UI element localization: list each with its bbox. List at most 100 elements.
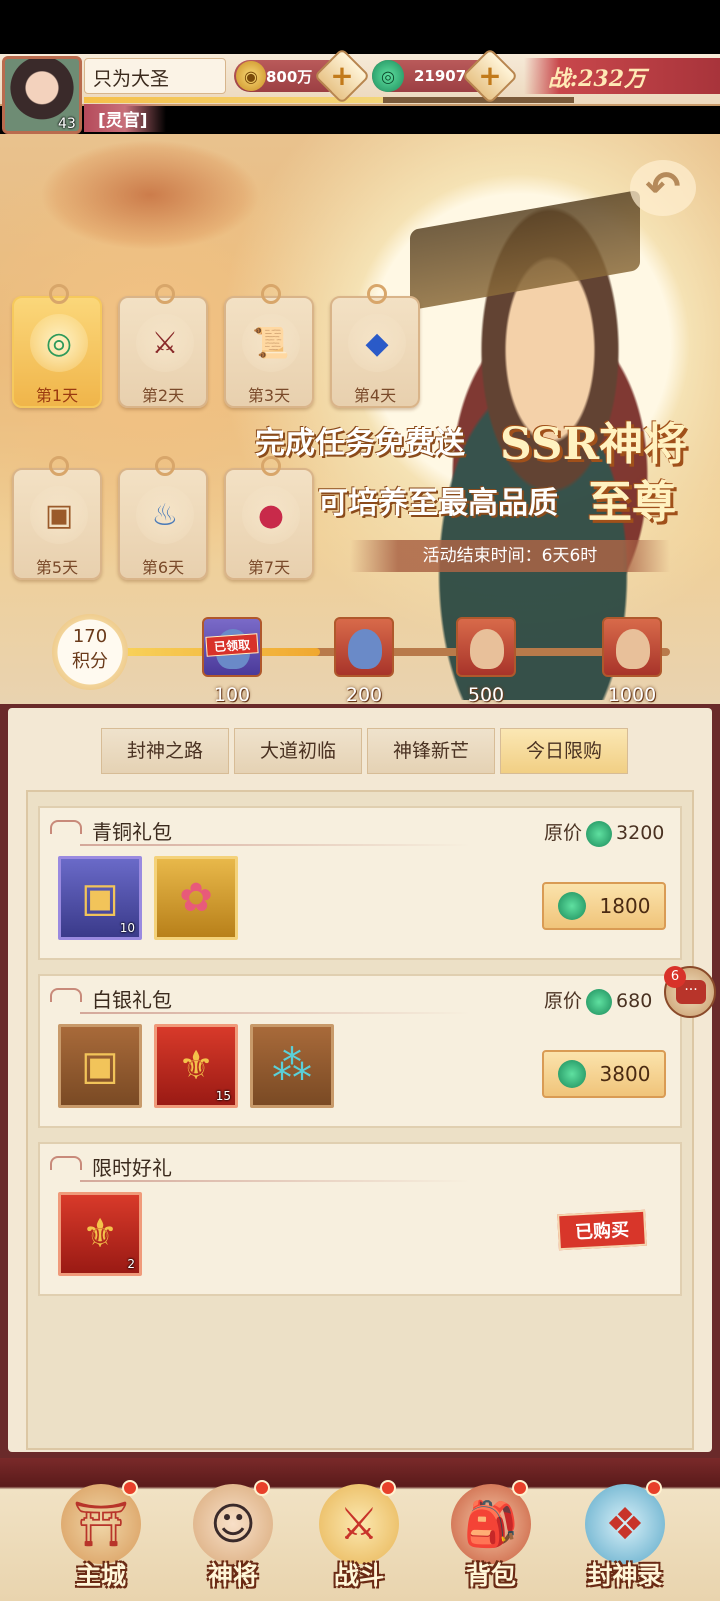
score-label: 积分 [72, 651, 108, 672]
coin-value: 800万 [266, 67, 313, 86]
ssr-hero-icon [470, 629, 504, 669]
day-card-2[interactable]: ⚔ 第2天 [118, 284, 208, 408]
original-price-label: 原价 [544, 990, 583, 1012]
demon-hero-icon [348, 629, 382, 669]
jade-icon [586, 820, 613, 847]
day-label: 第6天 [141, 558, 185, 577]
back-button[interactable]: ↶ [630, 160, 696, 216]
city-gate-icon: ⛩ [61, 1484, 141, 1564]
coin-icon: ◉ [236, 61, 266, 91]
tab-daily-limited[interactable]: 今日限购 [500, 728, 628, 774]
nav-heroes[interactable]: ☺ 神将 [178, 1480, 288, 1601]
hero-icon: ☺ [193, 1484, 273, 1564]
purchased-stamp: 已购买 [557, 1209, 647, 1251]
nav-label: 背包 [465, 1561, 516, 1590]
dragon-illustration [40, 140, 260, 250]
day-card-1[interactable]: ◎ 第1天 [12, 284, 102, 408]
nav-backpack[interactable]: 🎒 背包 [436, 1480, 546, 1601]
milestone-label: 200 [345, 684, 383, 706]
nav-label: 神将 [207, 1561, 258, 1590]
gourd-icon: ♨ [136, 486, 194, 544]
promo-text-line2: 可培养至最高品质 [318, 486, 558, 521]
item-slot[interactable]: ⁂ [250, 1024, 334, 1108]
power-rating: 战:232万 [524, 58, 720, 94]
milestone-reward-100[interactable]: 已领取 [202, 617, 262, 677]
milestone-label: 1000 [607, 684, 657, 706]
orb-icon: ● [242, 486, 300, 544]
notification-dot [646, 1480, 662, 1496]
divider [80, 844, 470, 846]
scroll-icon: ✿ [179, 875, 213, 921]
promo-supreme-text: 至尊 [588, 477, 676, 528]
tab-dadao-first[interactable]: 大道初临 [234, 728, 362, 774]
plus-icon: + [330, 59, 354, 92]
original-price-label: 原价 [544, 822, 583, 844]
avatar-level: 43 [58, 116, 76, 132]
back-arrow-icon: ↶ [645, 162, 681, 211]
original-price: 原价 680 [544, 986, 652, 1015]
item-slot[interactable]: ▣ [58, 1024, 142, 1108]
item-slot[interactable]: ⚜ 15 [154, 1024, 238, 1108]
nav-battle[interactable]: ⚔ 战斗 [304, 1480, 414, 1601]
pack-title: 限时好礼 [92, 1156, 172, 1180]
day-card-5[interactable]: ▣ 第5天 [12, 456, 102, 580]
swirl-ornament-icon [50, 820, 82, 834]
title-badge: [灵官] [84, 104, 166, 132]
original-price-value: 680 [616, 990, 653, 1012]
tab-fengshen-road[interactable]: 封神之路 [101, 728, 229, 774]
plus-icon: + [478, 59, 502, 92]
claimed-tag: 已领取 [205, 633, 259, 657]
buy-price: 1800 [599, 894, 651, 918]
nav-fengshen-record[interactable]: ❖ 封神录 [570, 1480, 680, 1601]
card-hook [261, 284, 281, 304]
swirl-ornament-icon [50, 1156, 82, 1170]
day-card-7[interactable]: ● 第7天 [224, 456, 314, 580]
treasure-chest-icon: ▣ [81, 875, 119, 921]
crossed-swords-icon: ⚔ [319, 1484, 399, 1564]
nav-main-city[interactable]: ⛩ 主城 [46, 1480, 156, 1601]
item-slot[interactable]: ▣ 10 [58, 856, 142, 940]
status-strip [0, 0, 720, 54]
swirl-ornament-icon [50, 988, 82, 1002]
day-label: 第2天 [141, 386, 185, 405]
notification-dot [512, 1480, 528, 1496]
day-card-6[interactable]: ♨ 第6天 [118, 456, 208, 580]
jade-bead-tray-icon: ⁂ [272, 1043, 312, 1089]
day-label: 第5天 [35, 558, 79, 577]
jade-icon [557, 1060, 586, 1088]
score-indicator: 170 积分 [52, 614, 128, 690]
treasure-chest-icon: ▣ [30, 486, 88, 544]
notification-dot [122, 1480, 138, 1496]
record-icon: ❖ [585, 1484, 665, 1564]
milestone-reward-200[interactable] [334, 617, 394, 677]
talisman-icon: ⚜ [82, 1211, 118, 1257]
card-hook [155, 456, 175, 476]
buy-bronze-button[interactable]: 1800 [542, 882, 666, 930]
item-slot[interactable]: ✿ [154, 856, 238, 940]
player-name: 只为大圣 [84, 58, 226, 94]
day-card-4[interactable]: ◆ 第4天 [330, 284, 420, 408]
tab-shenfeng-new[interactable]: 神锋新芒 [367, 728, 495, 774]
jade-ring-icon: ◎ [30, 314, 88, 372]
item-count: 15 [215, 1089, 231, 1103]
divider [80, 1180, 470, 1182]
card-hook [49, 456, 69, 476]
item-slot[interactable]: ⚜ 2 [58, 1192, 142, 1276]
treasure-chest-icon: ▣ [81, 1043, 119, 1089]
chat-badge: 6 [664, 966, 686, 988]
day-label: 第7天 [247, 558, 291, 577]
pack-silver: 白银礼包 原价 680 ▣ ⚜ 15 ⁂ 3800 [38, 974, 682, 1128]
notification-dot [380, 1480, 396, 1496]
jade-value: 21907 [414, 67, 467, 85]
milestone-reward-500[interactable] [456, 617, 516, 677]
nav-label: 战斗 [333, 1561, 384, 1590]
card-hook [367, 284, 387, 304]
card-hook [49, 284, 69, 304]
buy-silver-button[interactable]: 3800 [542, 1050, 666, 1098]
item-count: 10 [119, 921, 135, 935]
scroll-icon: 📜 [242, 314, 300, 372]
milestone-reward-1000[interactable] [602, 617, 662, 677]
milestone-label: 500 [467, 684, 505, 706]
day-card-3[interactable]: 📜 第3天 [224, 284, 314, 408]
promo-text-line1: 完成任务免费送 [255, 426, 465, 461]
